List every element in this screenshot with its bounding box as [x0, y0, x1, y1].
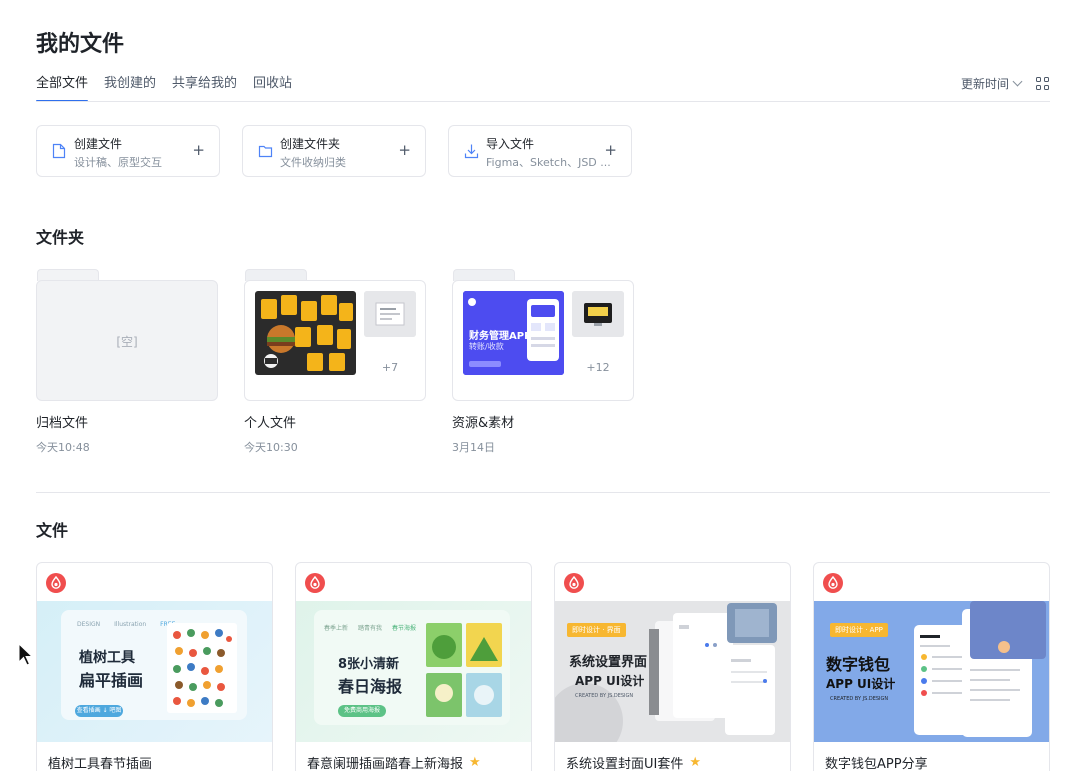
mouse-cursor-icon — [18, 643, 34, 666]
create-file-button[interactable]: 创建文件 设计稿、原型交互 + — [36, 125, 220, 177]
doc-thumbnail — [364, 291, 416, 337]
cover-line2: APP UI设计 — [826, 677, 896, 691]
sort-label: 更新时间 — [960, 77, 1009, 91]
finance-app-thumbnail: 财务管理APP 转账/收款 — [463, 291, 564, 375]
file-name-row: 植树工具春节插画 — [48, 753, 152, 771]
poster-graphic — [426, 623, 502, 717]
files-section-title: 文件 — [36, 521, 69, 540]
file-name: 系统设置封面UI套件 — [566, 757, 684, 771]
thumb-subtitle: 转账/收款 — [469, 342, 504, 351]
import-icon — [464, 144, 479, 159]
cover-tag: DESIGN — [77, 621, 101, 628]
file-cover: 即时设计 · 界面 系统设置界面 APP UI设计 CREATED BY JS.… — [555, 601, 790, 742]
more-count: +7 — [381, 361, 399, 374]
file-card[interactable]: 即时设计 · APP 数字钱包 APP UI设计 CREATED BY JS.D… — [813, 562, 1050, 771]
star-icon[interactable]: ★ — [689, 755, 701, 770]
folder-time: 今天10:48 — [36, 441, 90, 454]
folder-preview: [空] — [36, 280, 218, 401]
chevron-down-icon — [1012, 76, 1023, 87]
file-card[interactable]: DESIGN Illustration FREE 植树工具 扁平插画 查看插画 … — [36, 562, 273, 771]
page-title: 我的文件 — [36, 32, 125, 57]
file-tabs: 全部文件 我创建的 共享给我的 回收站 — [36, 74, 292, 102]
tab-all-files[interactable]: 全部文件 — [36, 74, 89, 102]
create-folder-subtitle: 文件收纳归类 — [280, 156, 346, 169]
create-file-title: 创建文件 — [74, 137, 123, 151]
tab-shared-with-me[interactable]: 共享给我的 — [172, 74, 237, 102]
folder-preview: 财务管理APP 转账/收款 +12 — [452, 280, 634, 401]
file-cover: DESIGN Illustration FREE 植树工具 扁平插画 查看插画 … — [37, 601, 272, 742]
quick-actions: 创建文件 设计稿、原型交互 + 创建文件夹 文件收纳归类 + 导入文件 Figm… — [36, 125, 632, 177]
file-name: 春意阑珊插画踏春上新海报 — [307, 757, 464, 771]
cover-tag: 春节海报 — [392, 625, 417, 632]
folder-preview: +7 — [244, 280, 426, 401]
cover-line1: 植树工具 — [79, 650, 135, 666]
grid-view-icon[interactable] — [1036, 77, 1049, 90]
folder-name: 资源&素材 — [452, 416, 515, 431]
burger-thumbnail — [255, 291, 356, 375]
file-card[interactable]: 即时设计 · 界面 系统设置界面 APP UI设计 CREATED BY JS.… — [554, 562, 791, 771]
folder-card[interactable]: [空] 归档文件 今天10:48 — [36, 269, 218, 455]
create-folder-button[interactable]: 创建文件夹 文件收纳归类 + — [242, 125, 426, 177]
star-icon[interactable]: ★ — [469, 755, 481, 770]
import-file-subtitle: Figma、Sketch、JSD ... — [486, 156, 611, 169]
folder-icon — [258, 145, 273, 158]
cover-line2: 扁平插画 — [79, 671, 144, 690]
cover-badge: 即时设计 · 界面 — [567, 623, 626, 637]
thumb-title: 财务管理APP — [469, 331, 532, 342]
file-cover: 即时设计 · APP 数字钱包 APP UI设计 CREATED BY JS.D… — [814, 601, 1049, 742]
folder-name: 个人文件 — [244, 416, 297, 431]
file-name-row: 数字钱包APP分享 — [825, 753, 928, 771]
cover-credit: CREATED BY JS.DESIGN — [575, 693, 634, 699]
cover-line2: APP UI设计 — [575, 674, 645, 688]
screen-thumbnail — [572, 291, 624, 337]
file-name: 植树工具春节插画 — [48, 757, 153, 771]
app-logo-icon — [46, 573, 66, 593]
file-name-row: 春意阑珊插画踏春上新海报 ★ — [307, 753, 481, 771]
file-name: 数字钱包APP分享 — [825, 757, 928, 771]
file-card[interactable]: 春季上新 踏青有我 春节海报 8张小清新 春日海报 免费商用海报 春意阑珊插画踏… — [295, 562, 532, 771]
more-count: +12 — [586, 361, 610, 374]
folders-section-title: 文件夹 — [36, 228, 85, 247]
import-file-button[interactable]: 导入文件 Figma、Sketch、JSD ... + — [448, 125, 632, 177]
plus-icon: + — [192, 141, 205, 159]
tab-trash[interactable]: 回收站 — [253, 74, 292, 102]
empty-label: [空] — [116, 335, 138, 349]
cover-line1: 数字钱包 — [826, 655, 891, 674]
file-list: DESIGN Illustration FREE 植树工具 扁平插画 查看插画 … — [36, 562, 1050, 771]
sort-dropdown[interactable]: 更新时间 — [960, 75, 1023, 92]
app-logo-icon — [305, 573, 325, 593]
section-divider — [36, 492, 1050, 493]
tabs-divider — [36, 101, 1050, 102]
cover-badge: 即时设计 · APP — [830, 623, 888, 637]
file-cover: 春季上新 踏青有我 春节海报 8张小清新 春日海报 免费商用海报 — [296, 601, 531, 742]
cover-tag: Illustration — [114, 621, 147, 628]
tab-created-by-me[interactable]: 我创建的 — [104, 74, 156, 102]
folder-card[interactable]: 财务管理APP 转账/收款 +12 资源&素材 3月14日 — [452, 269, 634, 455]
app-logo-icon — [823, 573, 843, 593]
cover-line1: 8张小清新 — [338, 657, 400, 672]
folder-time: 3月14日 — [452, 441, 495, 454]
cover-line2: 春日海报 — [338, 677, 403, 696]
cover-tag: 踏青有我 — [358, 625, 383, 632]
app-logo-icon — [564, 573, 584, 593]
create-folder-title: 创建文件夹 — [280, 137, 341, 151]
plus-icon: + — [398, 141, 411, 159]
cover-button: 查看插画 ↓ 吧图 — [75, 705, 123, 717]
folder-list: [空] 归档文件 今天10:48 +7 个人文件 今天10:30 财务管理APP… — [36, 269, 634, 455]
folder-time: 今天10:30 — [244, 441, 298, 454]
import-file-title: 导入文件 — [486, 137, 535, 151]
cover-credit: CREATED BY JS.DESIGN — [830, 696, 889, 702]
illustration-graphic — [167, 623, 237, 713]
create-file-subtitle: 设计稿、原型交互 — [74, 156, 162, 169]
cover-button: 免费商用海报 — [338, 705, 386, 717]
plus-icon: + — [604, 141, 617, 159]
cover-tag: 春季上新 — [324, 625, 349, 632]
file-name-row: 系统设置封面UI套件 ★ — [566, 753, 701, 771]
folder-card[interactable]: +7 个人文件 今天10:30 — [244, 269, 426, 455]
folder-name: 归档文件 — [36, 416, 89, 431]
file-icon — [52, 143, 66, 159]
cover-line1: 系统设置界面 — [569, 655, 648, 670]
